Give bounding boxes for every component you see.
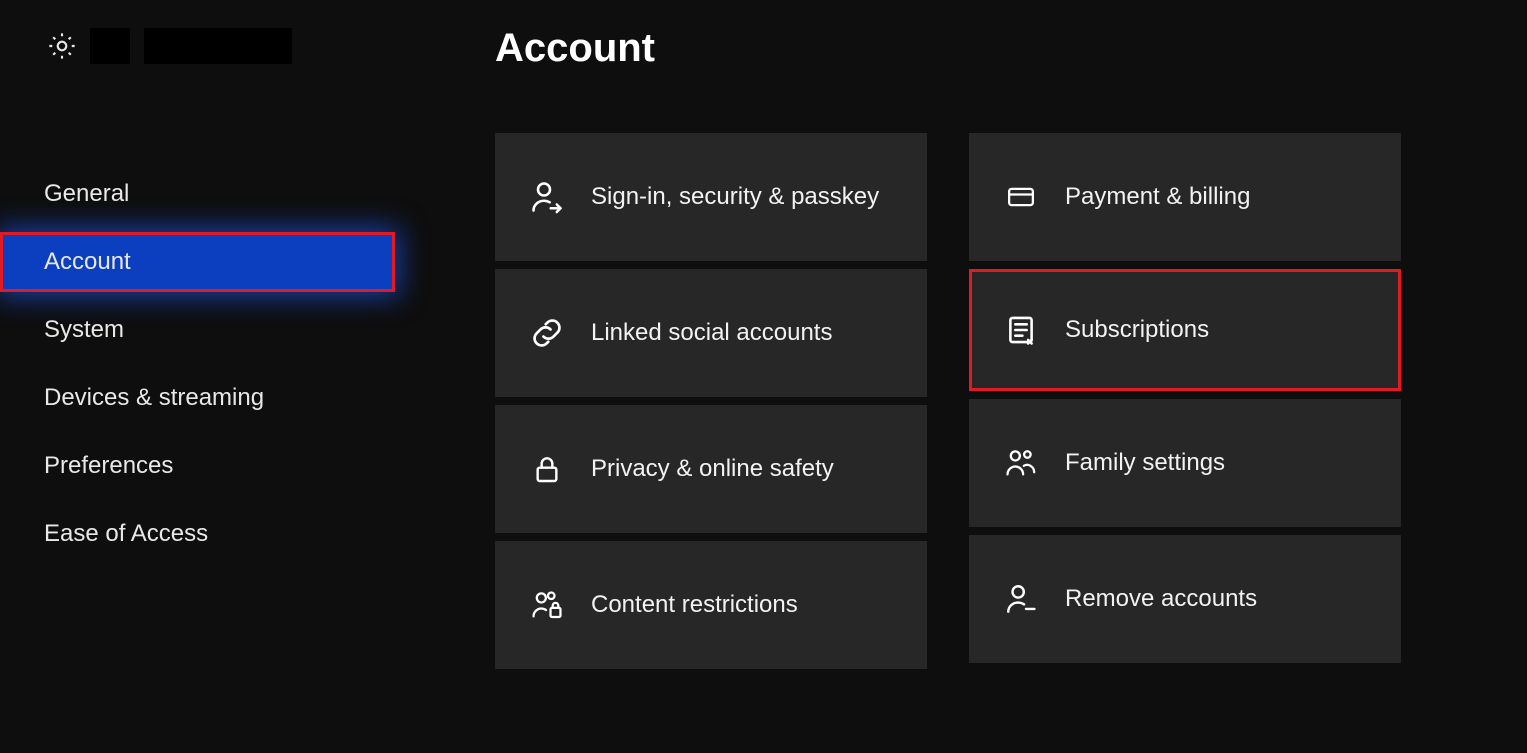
tile-label: Payment & billing xyxy=(1065,182,1250,212)
main-content: Account Sign-in, security & passkey xyxy=(415,0,1527,753)
link-icon xyxy=(525,316,569,350)
tile-label: Content restrictions xyxy=(591,590,798,620)
sidebar-item-general[interactable]: General xyxy=(0,164,415,224)
sidebar-item-label: Account xyxy=(44,248,131,276)
tile-label: Privacy & online safety xyxy=(591,454,834,484)
tile-family-settings[interactable]: Family settings xyxy=(969,399,1401,527)
settings-sidebar: General Account System Devices & streami… xyxy=(0,0,415,753)
tile-label: Remove accounts xyxy=(1065,584,1257,614)
settings-nav: General Account System Devices & streami… xyxy=(0,164,415,564)
person-arrow-icon xyxy=(525,179,569,215)
sidebar-item-label: General xyxy=(44,180,129,208)
tile-linked-social-accounts[interactable]: Linked social accounts xyxy=(495,269,927,397)
redacted-block xyxy=(144,28,292,64)
tile-privacy-online-safety[interactable]: Privacy & online safety xyxy=(495,405,927,533)
sidebar-item-system[interactable]: System xyxy=(0,300,415,360)
tile-column-left: Sign-in, security & passkey Linked socia… xyxy=(495,133,927,669)
sidebar-item-ease-of-access[interactable]: Ease of Access xyxy=(0,504,415,564)
tile-label: Subscriptions xyxy=(1065,315,1209,345)
tile-label: Family settings xyxy=(1065,448,1225,478)
sidebar-item-label: System xyxy=(44,316,124,344)
redacted-block xyxy=(90,28,130,64)
tile-content-restrictions[interactable]: Content restrictions xyxy=(495,541,927,669)
person-minus-icon xyxy=(999,582,1043,616)
sidebar-item-devices-streaming[interactable]: Devices & streaming xyxy=(0,368,415,428)
sidebar-item-preferences[interactable]: Preferences xyxy=(0,436,415,496)
gear-icon xyxy=(46,30,78,62)
tile-payment-billing[interactable]: Payment & billing xyxy=(969,133,1401,261)
tile-grid: Sign-in, security & passkey Linked socia… xyxy=(495,133,1527,669)
people-lock-icon xyxy=(525,588,569,622)
tile-label: Sign-in, security & passkey xyxy=(591,182,879,212)
sidebar-item-account[interactable]: Account xyxy=(0,232,395,292)
tile-remove-accounts[interactable]: Remove accounts xyxy=(969,535,1401,663)
tile-label: Linked social accounts xyxy=(591,318,832,348)
tile-signin-security-passkey[interactable]: Sign-in, security & passkey xyxy=(495,133,927,261)
sidebar-item-label: Devices & streaming xyxy=(44,384,264,412)
people-icon xyxy=(999,446,1043,480)
tile-column-right: Payment & billing Subscriptions xyxy=(969,133,1401,669)
card-icon xyxy=(999,182,1043,212)
sidebar-item-label: Preferences xyxy=(44,452,173,480)
sidebar-item-label: Ease of Access xyxy=(44,520,208,548)
lock-icon xyxy=(525,451,569,487)
receipt-icon xyxy=(999,313,1043,347)
page-title: Account xyxy=(495,26,1527,71)
sidebar-header xyxy=(0,0,415,64)
tile-subscriptions[interactable]: Subscriptions xyxy=(969,269,1401,391)
